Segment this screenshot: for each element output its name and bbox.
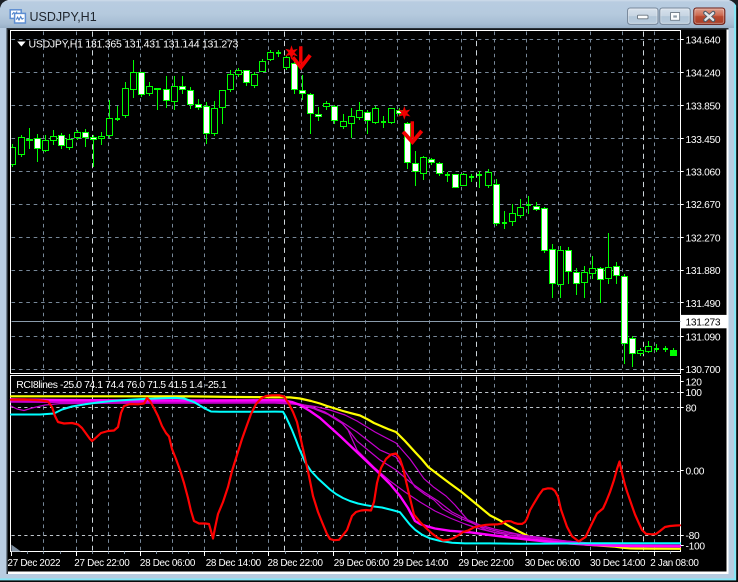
svg-text:30 Dec 06:00: 30 Dec 06:00 xyxy=(525,558,581,569)
svg-text:131.880: 131.880 xyxy=(686,266,721,277)
svg-text:RCI8lines -25.0 74.1 74.4 76.0: RCI8lines -25.0 74.1 74.4 76.0 71.5 41.5… xyxy=(16,380,227,391)
svg-text:133.850: 133.850 xyxy=(686,101,721,112)
svg-text:131.090: 131.090 xyxy=(686,332,721,343)
svg-text:131.490: 131.490 xyxy=(686,299,721,310)
svg-text:30 Dec 14:00: 30 Dec 14:00 xyxy=(590,558,646,569)
svg-text:0.00: 0.00 xyxy=(686,466,705,477)
svg-text:USDJPY,H1 131.365 131.431 131.: USDJPY,H1 131.365 131.431 131.144 131.27… xyxy=(29,39,239,51)
svg-text:130.700: 130.700 xyxy=(686,365,721,376)
svg-text:80: 80 xyxy=(686,404,697,415)
svg-text:USDJPY,H1: USDJPY,H1 xyxy=(30,10,97,24)
svg-text:2 Jan 08:00: 2 Jan 08:00 xyxy=(650,558,699,569)
svg-text:131.273: 131.273 xyxy=(686,317,721,328)
svg-text:27 Dec 22:00: 27 Dec 22:00 xyxy=(74,558,130,569)
svg-text:132.670: 132.670 xyxy=(686,200,721,211)
svg-text:29 Dec 14:00: 29 Dec 14:00 xyxy=(393,558,449,569)
svg-text:27 Dec 2022: 27 Dec 2022 xyxy=(8,558,61,569)
svg-text:-100: -100 xyxy=(686,541,706,552)
svg-text:100: 100 xyxy=(686,388,703,399)
svg-text:132.270: 132.270 xyxy=(686,234,721,245)
svg-text:29 Dec 22:00: 29 Dec 22:00 xyxy=(458,558,514,569)
svg-text:133.450: 133.450 xyxy=(686,135,721,146)
svg-text:28 Dec 06:00: 28 Dec 06:00 xyxy=(140,558,196,569)
svg-text:28 Dec 22:00: 28 Dec 22:00 xyxy=(268,558,324,569)
svg-text:133.060: 133.060 xyxy=(686,167,721,178)
svg-text:120: 120 xyxy=(686,377,703,388)
svg-text:134.240: 134.240 xyxy=(686,69,721,80)
svg-text:134.640: 134.640 xyxy=(686,36,721,47)
svg-text:29 Dec 06:00: 29 Dec 06:00 xyxy=(334,558,390,569)
svg-text:28 Dec 14:00: 28 Dec 14:00 xyxy=(206,558,262,569)
